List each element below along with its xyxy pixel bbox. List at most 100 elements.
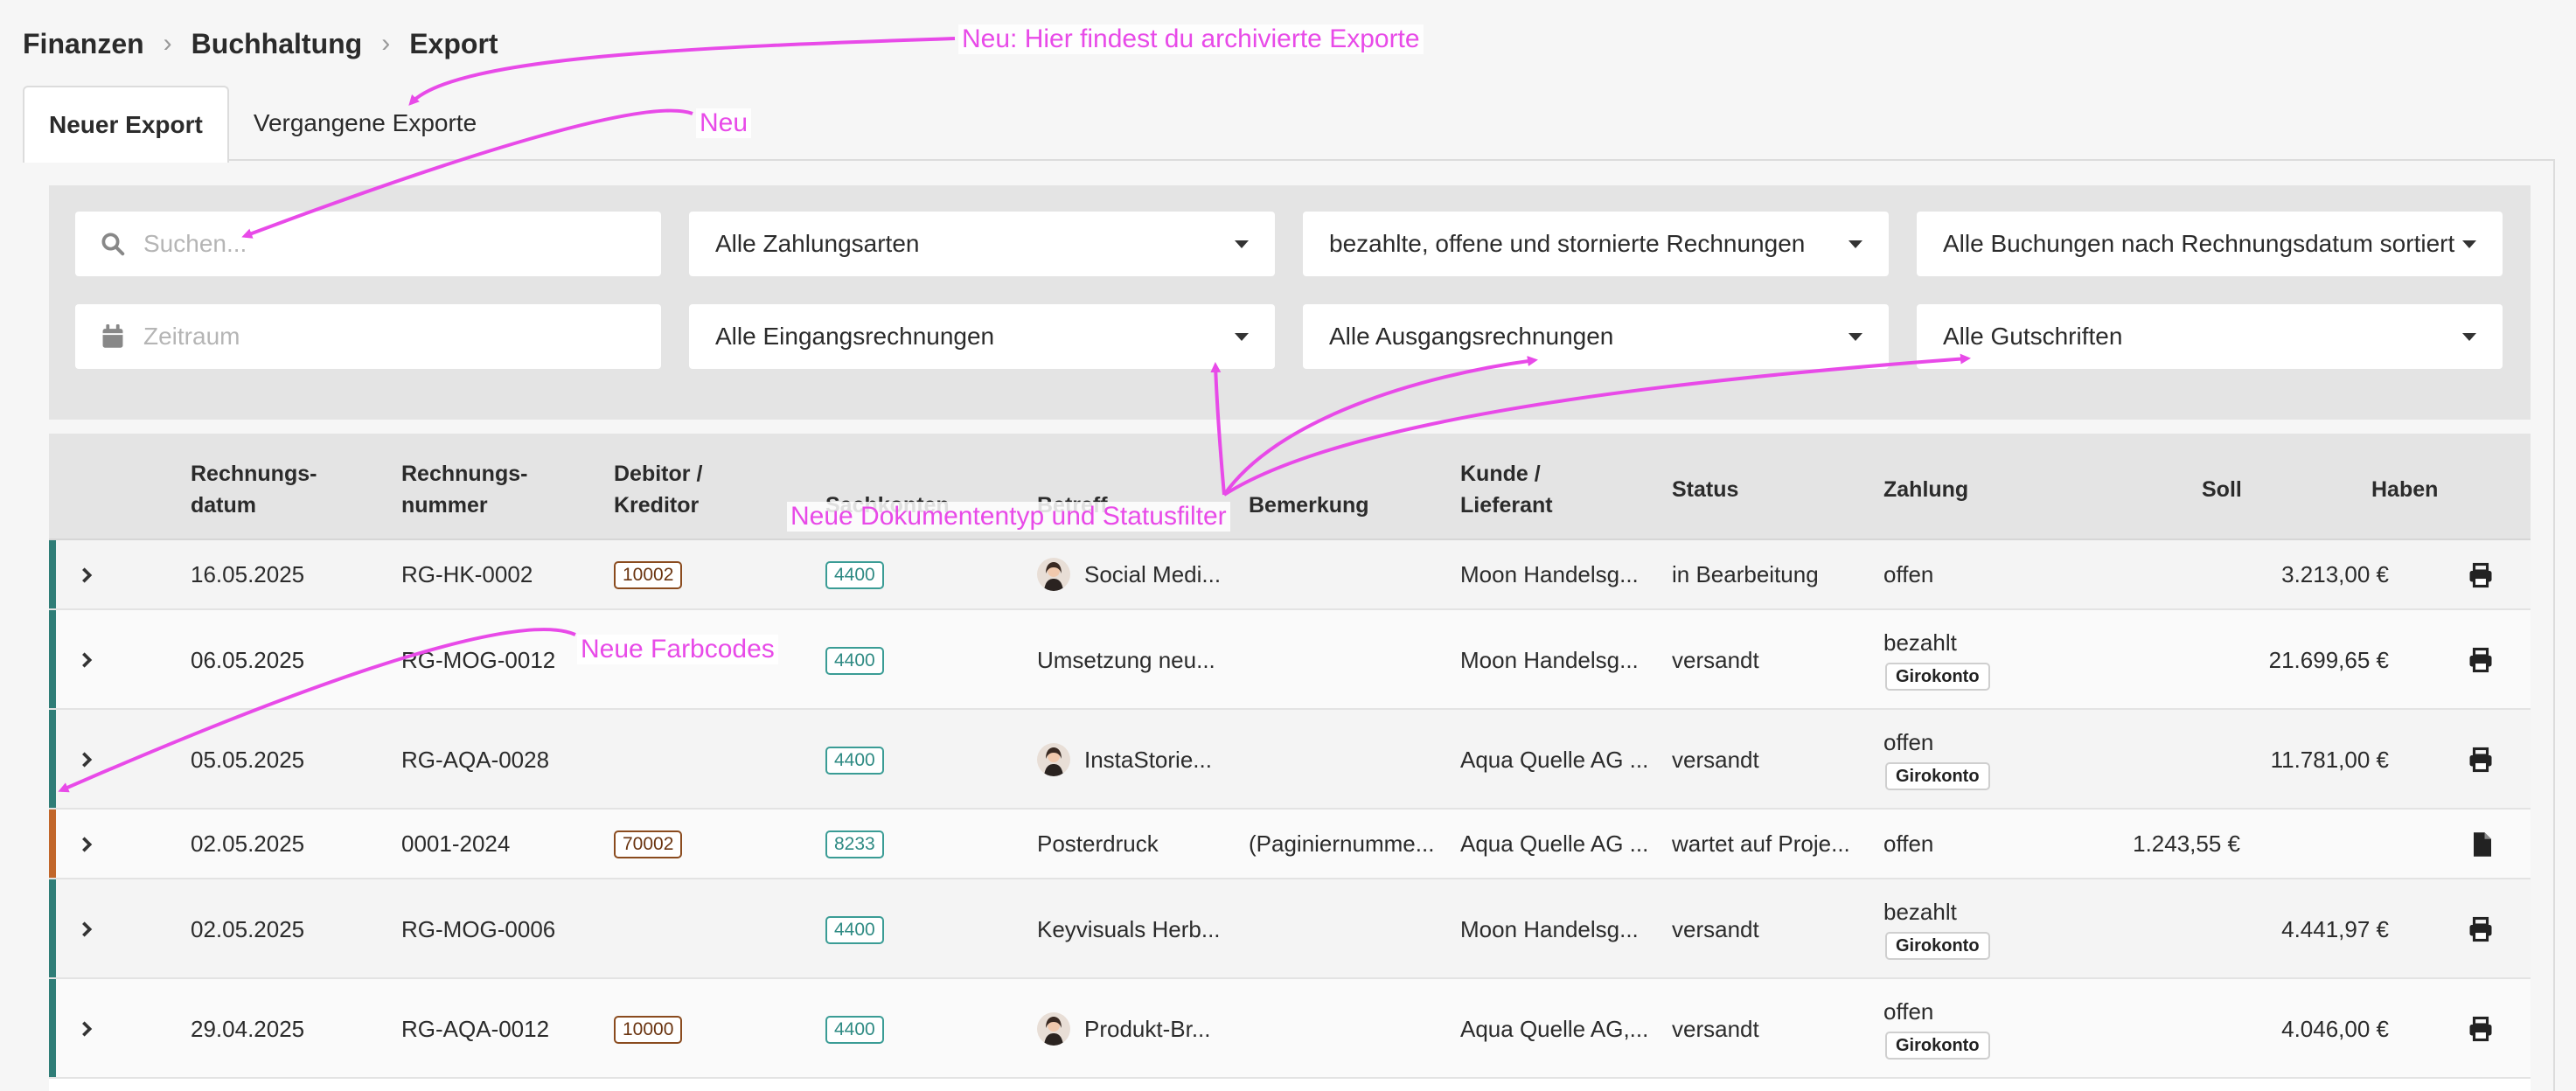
account-badge: 4400 bbox=[825, 647, 884, 675]
column-header-number[interactable]: Rechnungs-nummer bbox=[401, 458, 527, 521]
annotation-doc-type-filter: Neue Dokumententyp und Statusfilter bbox=[787, 502, 1230, 532]
cell-status: versandt bbox=[1672, 747, 1759, 773]
cell-credit: 3.213,00 € bbox=[2281, 561, 2389, 587]
search-icon bbox=[98, 231, 128, 257]
caret-down-icon bbox=[2462, 332, 2476, 341]
print-icon[interactable] bbox=[2468, 562, 2494, 588]
search-placeholder: Suchen... bbox=[143, 230, 247, 257]
invoice-state-value: bezahlte, offene und stornierte Rechnung… bbox=[1329, 230, 1806, 257]
print-icon[interactable] bbox=[2468, 916, 2494, 942]
payment-type-value: Alle Zahlungsarten bbox=[715, 230, 920, 257]
cell-number: 0001-2024 bbox=[401, 830, 511, 857]
document-icon[interactable] bbox=[2469, 831, 2496, 858]
panel-border bbox=[2553, 159, 2555, 1091]
print-icon[interactable] bbox=[2468, 647, 2494, 673]
annotation-archived-exports: Neu: Hier findest du archivierte Exporte bbox=[958, 24, 1424, 54]
party-badge: 10002 bbox=[614, 561, 683, 589]
column-header-payment[interactable]: Zahlung bbox=[1883, 474, 1968, 505]
caret-down-icon bbox=[1848, 332, 1862, 341]
cell-customer: Moon Handelsg... bbox=[1460, 561, 1639, 587]
cell-number: RG-MOG-0006 bbox=[401, 916, 556, 942]
cell-date: 06.05.2025 bbox=[191, 647, 305, 673]
cell-status: versandt bbox=[1672, 916, 1759, 942]
status-color-stripe bbox=[49, 610, 56, 708]
incoming-invoices-select[interactable]: Alle Eingangsrechnungen bbox=[689, 304, 1275, 369]
status-color-stripe bbox=[49, 879, 56, 977]
cell-customer: Moon Handelsg... bbox=[1460, 916, 1639, 942]
cell-subject: Posterdruck bbox=[1037, 830, 1159, 857]
breadcrumb: Finanzen › Buchhaltung › Export bbox=[23, 24, 498, 63]
avatar bbox=[1037, 558, 1070, 591]
outgoing-invoices-value: Alle Ausgangsrechnungen bbox=[1329, 323, 1614, 350]
table-row[interactable]: 06.05.2025 RG-MOG-0012 4400 Umsetzung ne… bbox=[49, 610, 2531, 710]
cell-number: RG-AQA-0028 bbox=[401, 747, 550, 773]
breadcrumb-finanzen[interactable]: Finanzen bbox=[23, 28, 144, 60]
column-header-remark[interactable]: Bemerkung bbox=[1249, 490, 1369, 521]
table-row[interactable]: 02.05.2025 RG-MOG-0006 4400 Keyvisuals H… bbox=[49, 879, 2531, 979]
cell-remark: (Paginiernumme... bbox=[1249, 830, 1435, 857]
tab-neuer-export[interactable]: Neuer Export bbox=[23, 86, 229, 163]
status-color-stripe bbox=[49, 540, 56, 608]
tab-vergangene-exporte[interactable]: Vergangene Exporte bbox=[229, 86, 501, 161]
table-row[interactable]: 16.05.2025 RG-HK-0002 10002 4400 Social … bbox=[49, 540, 2531, 610]
cell-credit: 21.699,65 € bbox=[2268, 647, 2389, 673]
cell-customer: Aqua Quelle AG ... bbox=[1460, 747, 1649, 773]
account-badge: 4400 bbox=[825, 1016, 884, 1044]
cell-credit: 4.046,00 € bbox=[2281, 1016, 2389, 1042]
payment-account-badge: Girokonto bbox=[1885, 663, 1990, 691]
credit-notes-value: Alle Gutschriften bbox=[1943, 323, 2123, 350]
table-row[interactable]: 05.05.2025 RG-AQA-0028 4400 InstaStorie.… bbox=[49, 710, 2531, 810]
print-icon[interactable] bbox=[2468, 747, 2494, 773]
cell-customer: Aqua Quelle AG ... bbox=[1460, 830, 1649, 857]
credit-notes-select[interactable]: Alle Gutschriften bbox=[1917, 304, 2503, 369]
cell-subject: Keyvisuals Herb... bbox=[1037, 916, 1221, 942]
print-icon[interactable] bbox=[2468, 1016, 2494, 1042]
filter-panel: Suchen... Alle Zahlungsarten bezahlte, o… bbox=[49, 185, 2531, 420]
chevron-right-icon[interactable] bbox=[77, 920, 96, 939]
column-header-status[interactable]: Status bbox=[1672, 474, 1738, 505]
annotation-color-codes: Neue Farbcodes bbox=[577, 635, 778, 664]
payment-type-select[interactable]: Alle Zahlungsarten bbox=[689, 212, 1275, 276]
chevron-right-icon[interactable] bbox=[77, 750, 96, 769]
column-header-credit[interactable]: Haben bbox=[2371, 474, 2438, 505]
cell-subject: Social Medi... bbox=[1084, 561, 1222, 587]
cell-status: in Bearbeitung bbox=[1672, 561, 1819, 587]
sorting-select[interactable]: Alle Buchungen nach Rechnungsdatum sorti… bbox=[1917, 212, 2503, 276]
outgoing-invoices-select[interactable]: Alle Ausgangsrechnungen bbox=[1303, 304, 1889, 369]
column-header-customer[interactable]: Kunde / Lieferant bbox=[1460, 458, 1553, 521]
table-header: Rechnungs-datum Rechnungs-nummer Debitor… bbox=[49, 434, 2531, 540]
avatar bbox=[1037, 743, 1070, 776]
table-row[interactable]: 02.05.2025 0001-2024 70002 8233 Posterdr… bbox=[49, 810, 2531, 879]
cell-payment: offen bbox=[1883, 998, 1934, 1025]
column-header-party[interactable]: Debitor / Kreditor bbox=[614, 458, 702, 521]
cell-customer: Moon Handelsg... bbox=[1460, 647, 1639, 673]
incoming-invoices-value: Alle Eingangsrechnungen bbox=[715, 323, 995, 350]
account-badge: 8233 bbox=[825, 830, 884, 858]
column-header-debit[interactable]: Soll bbox=[2202, 474, 2242, 505]
status-color-stripe bbox=[49, 979, 56, 1077]
chevron-right-icon[interactable] bbox=[77, 650, 96, 670]
chevron-right-icon[interactable] bbox=[77, 1019, 96, 1039]
period-input[interactable]: Zeitraum bbox=[75, 304, 661, 369]
tab-bar: Neuer Export Vergangene Exporte bbox=[23, 86, 501, 163]
chevron-right-icon[interactable] bbox=[77, 566, 96, 585]
chevron-right-icon: › bbox=[163, 29, 172, 58]
cell-number: RG-AQA-0012 bbox=[401, 1016, 550, 1042]
cell-subject: Umsetzung neu... bbox=[1037, 647, 1215, 673]
cell-payment: bezahlt bbox=[1883, 899, 1957, 925]
party-badge: 70002 bbox=[614, 830, 683, 858]
cell-credit: 11.781,00 € bbox=[2270, 747, 2389, 773]
search-input[interactable]: Suchen... bbox=[75, 212, 661, 276]
invoice-state-select[interactable]: bezahlte, offene und stornierte Rechnung… bbox=[1303, 212, 1889, 276]
account-badge: 4400 bbox=[825, 561, 884, 589]
cell-number: RG-HK-0002 bbox=[401, 561, 533, 587]
export-table: Rechnungs-datum Rechnungs-nummer Debitor… bbox=[49, 434, 2531, 1091]
chevron-right-icon: › bbox=[381, 29, 391, 58]
column-header-date[interactable]: Rechnungs-datum bbox=[191, 458, 317, 521]
caret-down-icon bbox=[1848, 240, 1862, 248]
chevron-right-icon[interactable] bbox=[77, 835, 96, 854]
breadcrumb-buchhaltung[interactable]: Buchhaltung bbox=[191, 28, 363, 60]
caret-down-icon bbox=[1235, 240, 1249, 248]
cell-credit: 4.441,97 € bbox=[2281, 916, 2389, 942]
table-row[interactable]: 29.04.2025 RG-AQA-0012 10000 4400 Produk… bbox=[49, 979, 2531, 1079]
